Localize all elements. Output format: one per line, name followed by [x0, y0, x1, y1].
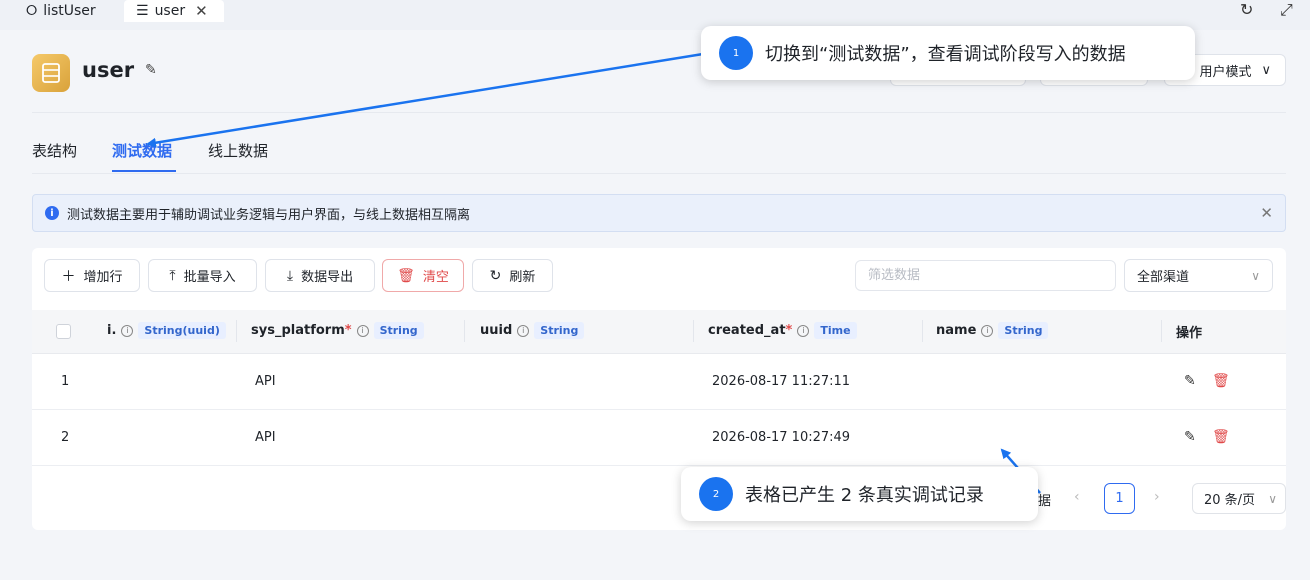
- callout-1: 1 切换到“测试数据”，查看调试阶段写入的数据: [701, 26, 1195, 80]
- divider: [32, 173, 1286, 174]
- delete-row-icon[interactable]: 🗑︎: [1212, 373, 1230, 389]
- export-button[interactable]: ⤓ 数据导出: [265, 259, 375, 292]
- edit-row-icon[interactable]: ✎: [1184, 429, 1196, 445]
- info-notice: i 测试数据主要用于辅助调试业务逻辑与用户界面，与线上数据相互隔离 ✕: [32, 194, 1286, 232]
- info-icon[interactable]: i: [356, 324, 369, 337]
- refresh-icon: ↻: [489, 267, 502, 284]
- column-divider[interactable]: [922, 320, 923, 342]
- cell-created-at[interactable]: 2026-08-17 11:27:11: [712, 374, 850, 389]
- divider: [32, 112, 1286, 113]
- row-index: 1: [61, 374, 70, 389]
- plus-icon: ＋: [61, 268, 76, 285]
- edit-title-icon[interactable]: ✎: [145, 62, 157, 78]
- page-title: user: [82, 58, 135, 82]
- chevron-down-icon: ∨: [1251, 268, 1260, 283]
- page-size-select[interactable]: 20 条/页 ∨: [1192, 483, 1286, 514]
- window-tab-listuser[interactable]: ⭘ listUser: [26, 0, 96, 22]
- refresh-button[interactable]: ↻ 刷新: [472, 259, 553, 292]
- chevron-right-icon[interactable]: ›: [1154, 489, 1160, 505]
- column-header-sys-platform[interactable]: sys_platform* i String: [251, 322, 424, 339]
- type-tag: String: [373, 322, 424, 339]
- notice-text: 测试数据主要用于辅助调试业务逻辑与用户界面，与线上数据相互隔离: [67, 207, 471, 223]
- column-divider[interactable]: [236, 320, 237, 342]
- info-icon: i: [45, 206, 59, 220]
- column-header-actions: 操作: [1176, 326, 1203, 341]
- type-tag: String: [534, 322, 585, 339]
- info-icon[interactable]: i: [517, 324, 530, 337]
- chevron-down-icon: ∨: [1268, 491, 1277, 506]
- chevron-left-icon[interactable]: ‹: [1074, 489, 1080, 505]
- column-header-created-at[interactable]: created_at* i Time: [708, 322, 857, 339]
- delete-row-icon[interactable]: 🗑︎: [1212, 429, 1230, 445]
- callout-badge: 2: [699, 477, 733, 511]
- callout-badge: 1: [719, 36, 753, 70]
- info-icon[interactable]: i: [121, 324, 134, 337]
- arrow-1: [146, 52, 704, 148]
- info-icon[interactable]: i: [797, 324, 810, 337]
- add-row-button[interactable]: ＋ 增加行: [44, 259, 140, 292]
- import-button[interactable]: ⤒ 批量导入: [148, 259, 257, 292]
- window-tab-user[interactable]: ☰ user ✕: [124, 0, 224, 22]
- refresh-icon[interactable]: ↻: [1240, 0, 1253, 19]
- tab-schema[interactable]: 表结构: [32, 140, 77, 161]
- table-icon: ☰: [136, 3, 149, 19]
- cell-sys-platform[interactable]: API: [255, 374, 276, 389]
- cell-created-at[interactable]: 2026-08-17 10:27:49: [712, 430, 850, 445]
- page-number-current[interactable]: 1: [1104, 483, 1135, 514]
- column-header-uuid[interactable]: uuid i String: [480, 322, 585, 339]
- required-mark: *: [344, 323, 352, 338]
- info-icon[interactable]: i: [981, 324, 994, 337]
- callout-2: 2 表格已产生 2 条真实调试记录: [681, 467, 1038, 521]
- tab-live-data[interactable]: 线上数据: [208, 140, 268, 161]
- callout-text: 切换到“测试数据”，查看调试阶段写入的数据: [765, 44, 1126, 65]
- collapse-icon[interactable]: ⤢: [1280, 0, 1293, 20]
- window-tab-label: listUser: [43, 3, 96, 19]
- close-icon[interactable]: ✕: [1260, 204, 1273, 222]
- edit-row-icon[interactable]: ✎: [1184, 373, 1196, 389]
- tab-test-data[interactable]: 测试数据: [112, 140, 172, 161]
- download-icon: ⤓: [286, 267, 294, 284]
- upload-icon: ⤒: [169, 267, 176, 284]
- filter-input[interactable]: [855, 260, 1116, 291]
- sitemap-icon: ⭘: [26, 3, 38, 19]
- cell-sys-platform[interactable]: API: [255, 430, 276, 445]
- row-divider: [32, 409, 1286, 410]
- active-tab-indicator: [112, 170, 176, 172]
- column-divider[interactable]: [693, 320, 694, 342]
- clear-button[interactable]: 🗑︎ 清空: [382, 259, 464, 292]
- column-divider[interactable]: [1161, 320, 1162, 342]
- pagination-total: 据: [1038, 494, 1052, 509]
- callout-text: 表格已产生 2 条真实调试记录: [745, 485, 984, 506]
- type-tag: String: [998, 322, 1049, 339]
- row-index: 2: [61, 430, 70, 445]
- chevron-down-icon: ∨: [1261, 62, 1271, 78]
- channel-select[interactable]: 全部渠道 ∨: [1124, 259, 1273, 292]
- column-header-i[interactable]: i. i String(uuid): [107, 322, 226, 339]
- select-all-checkbox[interactable]: [56, 324, 71, 339]
- column-header-name[interactable]: name i String: [936, 322, 1049, 339]
- row-divider: [32, 465, 1286, 466]
- mode-label: 用户模式: [1199, 64, 1252, 80]
- type-tag: String(uuid): [138, 322, 226, 339]
- column-divider[interactable]: [464, 320, 465, 342]
- table-logo-icon: [32, 54, 70, 92]
- window-tab-label: user: [154, 3, 186, 19]
- trash-icon: 🗑︎: [397, 267, 415, 284]
- type-tag: Time: [814, 322, 857, 339]
- required-mark: *: [785, 323, 793, 338]
- close-icon[interactable]: ✕: [195, 2, 208, 20]
